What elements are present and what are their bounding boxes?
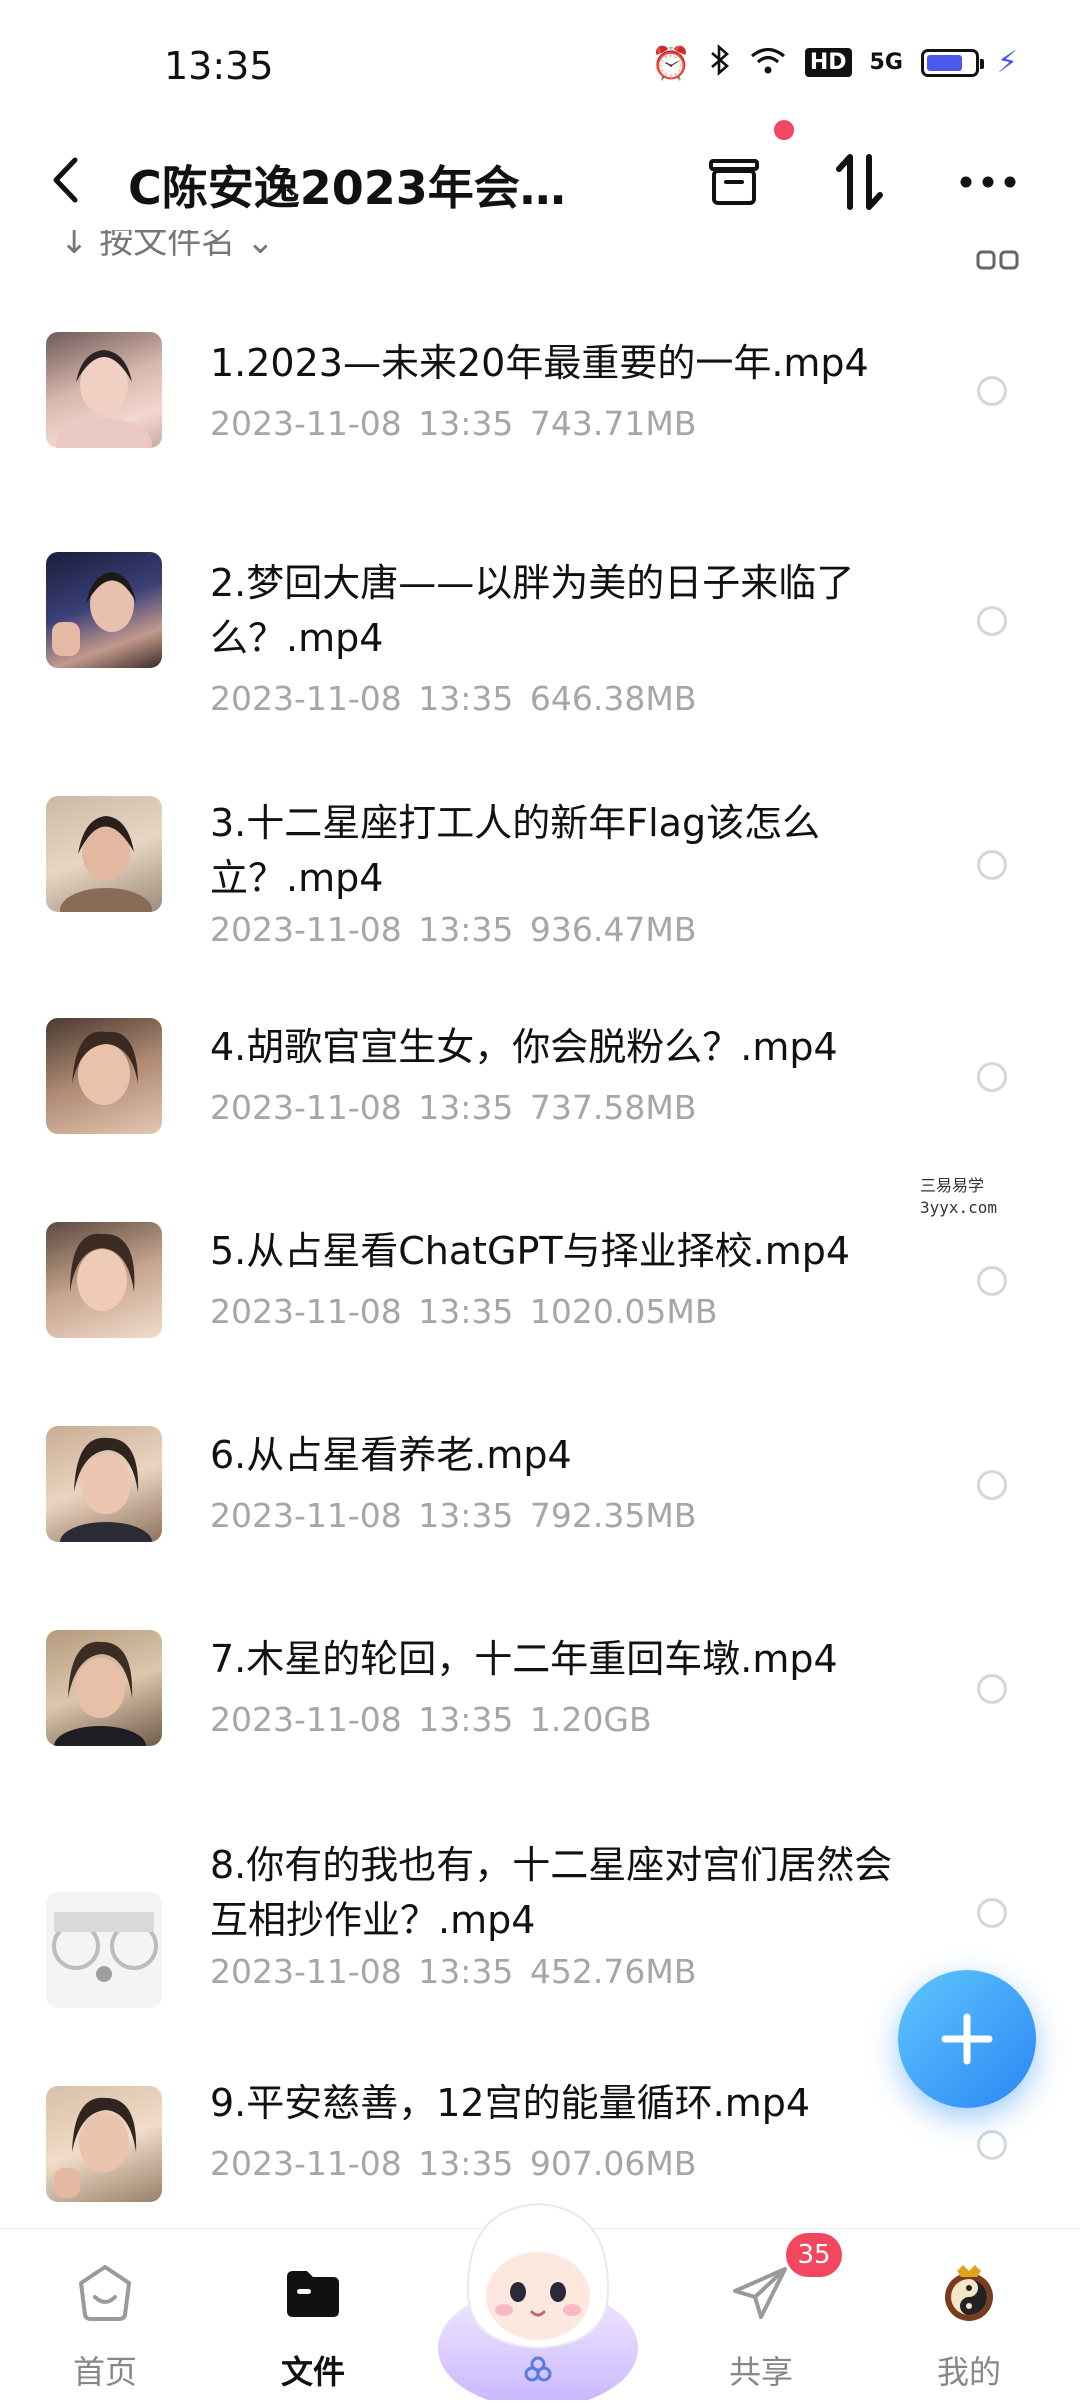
file-name: 6.从占星看养老.mp4 [210, 1433, 572, 1477]
watermark: 三易易学 3yyx.com [920, 1176, 998, 1217]
sort-bar: ↓ 按文件名 ⌄ [0, 230, 1080, 270]
file-meta: 2023-11-08 13:35 1020.05MB [210, 1292, 718, 1331]
folder-icon [287, 2271, 339, 2317]
file-name: 3.十二星座打工人的新年Flag该怎么立？.mp4 [210, 801, 821, 900]
select-radio[interactable] [977, 1898, 1007, 1928]
hd-icon: HD [804, 48, 852, 77]
tab-mine[interactable]: 我的 [904, 2251, 1034, 2401]
wifi-icon [749, 45, 787, 80]
battery-icon [920, 48, 984, 77]
file-name: 4.胡歌官宣生女，你会脱粉么？.mp4 [210, 1025, 838, 1069]
video-thumbnail [46, 1426, 162, 1542]
select-radio[interactable] [977, 1470, 1007, 1500]
share-badge: 35 [786, 2233, 842, 2277]
video-thumbnail [46, 1222, 162, 1338]
tab-files[interactable]: 文件 [248, 2251, 378, 2401]
select-radio[interactable] [977, 606, 1007, 636]
chevron-left-icon [53, 157, 78, 203]
signal-label: 5G [869, 50, 903, 75]
file-meta: 2023-11-08 13:35 1.20GB [210, 1700, 652, 1739]
video-thumbnail [46, 2086, 162, 2202]
sort-by-name-button[interactable]: ↓ 按文件名 ⌄ [60, 230, 275, 263]
battery-fill [926, 54, 962, 71]
signal-icon: 5G [870, 50, 903, 75]
video-thumbnail [46, 552, 162, 668]
video-thumbnail [46, 1630, 162, 1746]
status-icons: ⏰ HD 5G ⚡ [651, 44, 1018, 81]
select-radio[interactable] [977, 376, 1007, 406]
more-icon [960, 176, 1016, 188]
page-title: C陈安逸2023年会员... [128, 161, 608, 215]
video-thumbnail [46, 1018, 162, 1134]
video-thumbnail [46, 1892, 162, 2008]
view-toggle-button[interactable] [976, 250, 1020, 270]
paper-plane-icon [733, 2267, 787, 2319]
video-thumbnail [46, 796, 162, 912]
file-meta: 2023-11-08 13:35 743.71MB [210, 404, 697, 443]
grid-view-icon [976, 250, 1019, 270]
back-button[interactable] [50, 150, 100, 210]
select-radio[interactable] [977, 2130, 1007, 2160]
add-button[interactable] [898, 1970, 1036, 2108]
file-meta: 2023-11-08 13:35 737.58MB [210, 1088, 697, 1127]
mascot-button[interactable] [428, 2168, 648, 2404]
video-thumbnail [46, 332, 162, 448]
file-name: 9.平安慈善，12宫的能量循环.mp4 [210, 2081, 811, 2125]
select-radio[interactable] [977, 1266, 1007, 1296]
file-meta: 2023-11-08 13:35 936.47MB [210, 910, 697, 949]
tab-home[interactable]: 首页 [40, 2251, 170, 2401]
file-name: 8.你有的我也有，十二星座对宫们居然会互相抄作业？.mp4 [210, 1843, 893, 1942]
file-meta: 2023-11-08 13:35 646.38MB [210, 679, 697, 718]
archive-icon [709, 159, 759, 205]
avatar-icon [945, 2265, 993, 2321]
file-name: 1.2023—未来20年最重要的一年.mp4 [210, 341, 869, 385]
alarm-icon: ⏰ [651, 43, 691, 82]
select-radio[interactable] [977, 850, 1007, 880]
notification-dot [774, 120, 794, 140]
select-radio[interactable] [977, 1674, 1007, 1704]
sort-button[interactable] [824, 146, 896, 218]
status-bar: 13:35 ⏰ HD 5G ⚡ [0, 0, 1080, 120]
more-button[interactable] [952, 146, 1024, 218]
sort-icon [836, 154, 883, 210]
home-icon [79, 2265, 131, 2321]
file-name: 5.从占星看ChatGPT与择业择校.mp4 [210, 1229, 851, 1273]
bluetooth-icon [709, 44, 731, 81]
mascot-icon [438, 2202, 638, 2404]
status-time: 13:35 [164, 44, 274, 88]
archive-button[interactable] [698, 146, 770, 218]
file-meta: 2023-11-08 13:35 452.76MB [210, 1952, 697, 1991]
file-name: 7.木星的轮回，十二年重回车墩.mp4 [210, 1637, 838, 1681]
select-radio[interactable] [977, 1062, 1007, 1092]
file-meta: 2023-11-08 13:35 792.35MB [210, 1496, 697, 1535]
file-name: 2.梦回大唐——以胖为美的日子来临了么？.mp4 [210, 561, 855, 660]
plus-icon [941, 2013, 993, 2065]
nav-bar: C陈安逸2023年会员... [0, 120, 1080, 240]
charging-icon: ⚡ [996, 45, 1018, 80]
